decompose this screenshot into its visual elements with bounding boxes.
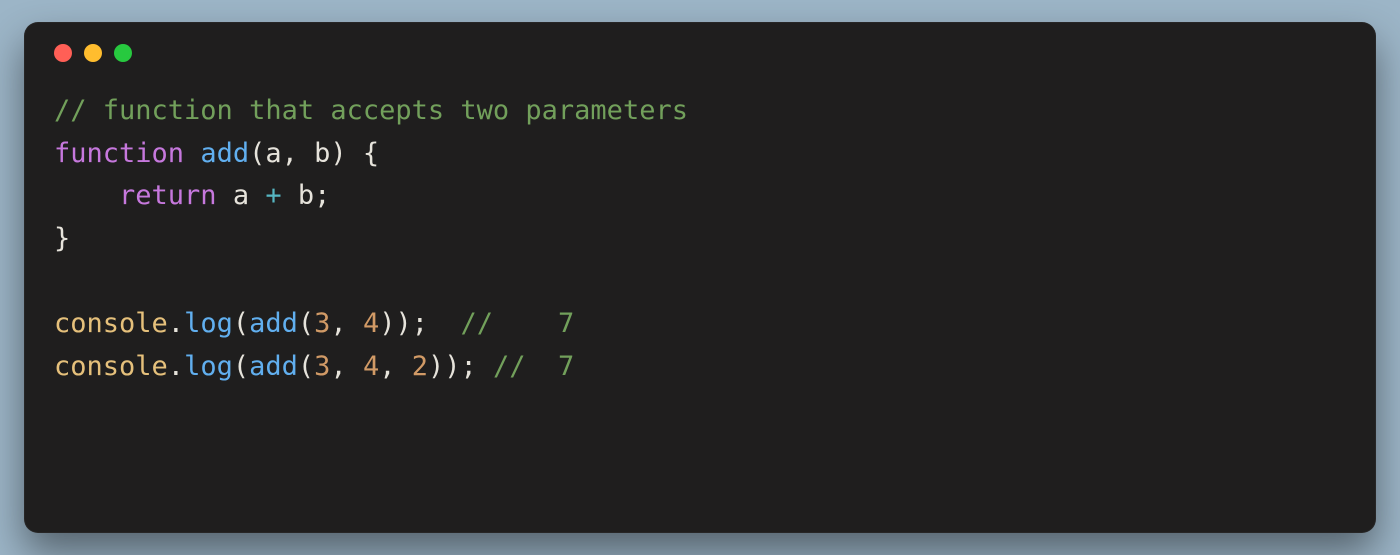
paren-close: ) [428, 351, 444, 382]
call-add: add [249, 351, 298, 382]
code-text [184, 138, 200, 169]
paren-close-semi: ); [444, 351, 493, 382]
number-literal: 4 [363, 308, 379, 339]
paren-open: ( [233, 308, 249, 339]
indent [54, 180, 119, 211]
code-window: // function that accepts two parameters … [24, 22, 1376, 533]
code-text [217, 180, 233, 211]
spacing [428, 308, 461, 339]
code-block: // function that accepts two parameters … [54, 90, 1348, 389]
number-literal: 3 [314, 351, 330, 382]
code-comment: // function that accepts two parameters [54, 95, 688, 126]
number-literal: 3 [314, 308, 330, 339]
identifier: a [233, 180, 266, 211]
minimize-icon[interactable] [84, 44, 102, 62]
paren-open: ( [233, 351, 249, 382]
identifier: b [282, 180, 315, 211]
maximize-icon[interactable] [114, 44, 132, 62]
keyword-return: return [119, 180, 217, 211]
paren-close-semi: ); [395, 308, 428, 339]
operator-plus: + [265, 180, 281, 211]
dot: . [168, 351, 184, 382]
comma: , [330, 351, 363, 382]
paren-open: ( [249, 138, 265, 169]
semicolon: ; [314, 180, 330, 211]
comma: , [379, 351, 412, 382]
paren-close-brace: ) { [330, 138, 379, 169]
paren-open: ( [298, 308, 314, 339]
close-icon[interactable] [54, 44, 72, 62]
object-console: console [54, 308, 168, 339]
number-literal: 2 [412, 351, 428, 382]
dot: . [168, 308, 184, 339]
comma: , [330, 308, 363, 339]
code-comment: // 7 [493, 351, 574, 382]
function-params: a, b [265, 138, 330, 169]
object-console: console [54, 351, 168, 382]
paren-open: ( [298, 351, 314, 382]
window-traffic-lights [54, 44, 1348, 62]
method-log: log [184, 308, 233, 339]
call-add: add [249, 308, 298, 339]
paren-close: ) [379, 308, 395, 339]
number-literal: 4 [363, 351, 379, 382]
method-log: log [184, 351, 233, 382]
brace-close: } [54, 223, 70, 254]
keyword-function: function [54, 138, 184, 169]
function-name: add [200, 138, 249, 169]
code-comment: // 7 [461, 308, 575, 339]
